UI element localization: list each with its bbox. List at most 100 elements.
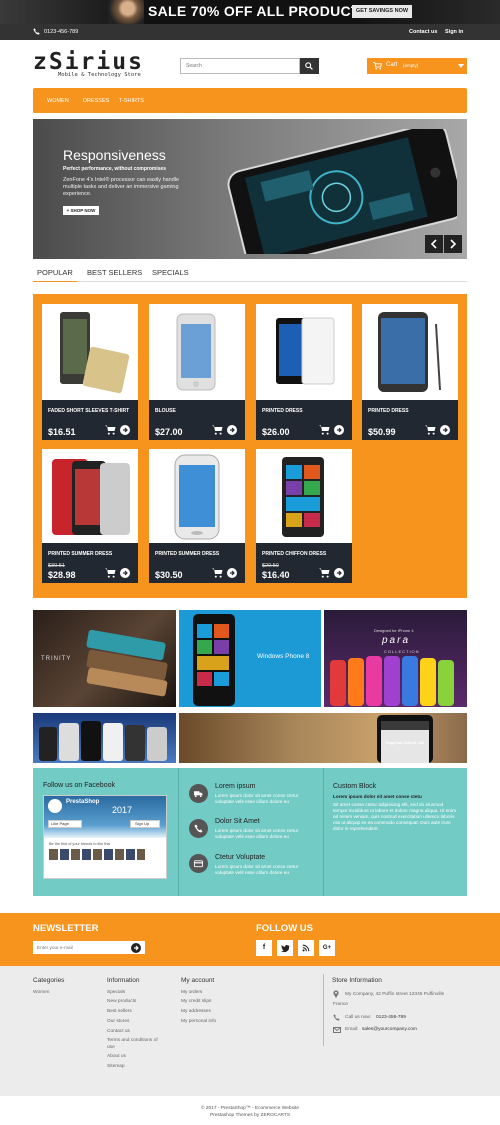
product-image[interactable] (42, 449, 138, 545)
phone-icon (333, 1014, 340, 1021)
twitter-icon[interactable] (277, 940, 293, 956)
add-to-cart-icon[interactable] (212, 568, 223, 578)
tab-popular[interactable]: POPULAR (37, 268, 73, 277)
menu-item-tshirts[interactable]: T-SHIRTS (119, 98, 144, 104)
top-bar: 0123-456-789 Contact us Sign in (0, 24, 500, 40)
product-card[interactable]: PRINTED CHIFFON DRESS $20.50 $16.40 (256, 449, 352, 583)
product-card[interactable]: FADED SHORT SLEEVES T-SHIRT $16.51 (42, 304, 138, 440)
rss-icon[interactable] (298, 940, 314, 956)
footer-link-about-us[interactable]: About us (107, 1054, 126, 1059)
promo-trappcall-image (377, 715, 433, 763)
product-name[interactable]: PRINTED DRESS (368, 408, 454, 415)
footer-link-specials[interactable]: Specials (107, 990, 125, 995)
add-to-cart-icon[interactable] (319, 568, 330, 578)
product-price: $28.98 (48, 570, 76, 580)
sign-in-link[interactable]: Sign in (445, 29, 463, 35)
slider-next-button[interactable] (444, 235, 462, 253)
product-name[interactable]: PRINTED DRESS (262, 408, 348, 415)
contact-us-link[interactable]: Contact us (409, 29, 437, 35)
facebook-page-name[interactable]: PrestaShop (66, 799, 99, 805)
promo-banner[interactable]: SALE 70% OFF ALL PRODUCTS GET SAVINGS NO… (0, 0, 500, 24)
facebook-widget[interactable]: PrestaShop 2017 Like Page Sign Up Be the… (43, 795, 167, 879)
facebook-signup-button[interactable]: Sign Up (130, 820, 160, 828)
product-card[interactable]: PRINTED SUMMER DRESS $30.50 (149, 449, 245, 583)
follow-us-title: FOLLOW US (256, 923, 313, 934)
footer-link-new-products[interactable]: New products (107, 999, 136, 1004)
add-to-cart-icon[interactable] (105, 425, 116, 435)
product-image[interactable] (149, 304, 245, 400)
promo-trinity[interactable]: TRINITY (33, 610, 176, 707)
store-email-link[interactable]: sales@yourcompany.com (362, 1027, 417, 1032)
chevron-left-icon (430, 239, 437, 249)
copyright-bar: © 2017 - PrestaShop™ - Ecommerce Website… (0, 1096, 500, 1125)
promo-trappcall[interactable]: TrappCall Collect Call (179, 713, 467, 763)
tab-specials[interactable]: SPECIALS (152, 268, 189, 277)
search-button[interactable] (300, 58, 319, 74)
product-image[interactable] (362, 304, 458, 400)
phone-number: 0123-456-789 (44, 29, 79, 35)
hero-slider[interactable]: Responsiveness Perfect performance, with… (33, 119, 467, 259)
footer-link-sitemap[interactable]: Sitemap (107, 1064, 125, 1069)
add-to-cart-icon[interactable] (105, 568, 116, 578)
theme-credit-line[interactable]: Prestashop Themes by ZEROCARTS (0, 1113, 500, 1118)
footer: Categories Women Information Specials Ne… (0, 966, 500, 1096)
facebook-icon[interactable]: f (256, 940, 272, 956)
add-to-cart-icon[interactable] (425, 425, 436, 435)
footer-link-contact-us[interactable]: Contact us (107, 1029, 130, 1034)
newsletter-submit-icon[interactable] (131, 943, 141, 953)
tab-best-sellers[interactable]: BEST SELLERS (87, 268, 142, 277)
add-to-cart-icon[interactable] (319, 425, 330, 435)
newsletter-section: NEWSLETTER FOLLOW US f G+ (0, 913, 500, 966)
view-arrow-icon[interactable] (227, 568, 237, 578)
promo-para-image (330, 656, 454, 706)
promo-samsung[interactable] (33, 713, 176, 763)
footer-link-my-orders[interactable]: My orders (181, 990, 202, 995)
footer-link-best-sellers[interactable]: Best sellers (107, 1009, 132, 1014)
slider-prev-button[interactable] (425, 235, 443, 253)
get-savings-button[interactable]: GET SAVINGS NOW (352, 5, 412, 18)
promo-windows-phone[interactable]: Windows Phone 8 (179, 610, 321, 707)
menu-item-dresses[interactable]: DRESSES (83, 98, 109, 104)
product-image[interactable] (42, 304, 138, 400)
product-image[interactable] (256, 449, 352, 545)
product-card[interactable]: PRINTED SUMMER DRESS $30.51 $28.98 (42, 449, 138, 583)
product-name[interactable]: PRINTED CHIFFON DRESS (262, 551, 348, 558)
menu-item-women[interactable]: WOMEN (47, 98, 69, 104)
footer-link-addresses[interactable]: My addresses (181, 1009, 211, 1014)
product-image[interactable] (256, 304, 352, 400)
view-arrow-icon[interactable] (440, 425, 450, 435)
search-icon (305, 62, 313, 70)
footer-link-credit-slips[interactable]: My credit slips (181, 999, 211, 1004)
product-card[interactable]: PRINTED DRESS $50.99 (362, 304, 458, 440)
search-input[interactable] (180, 58, 300, 74)
view-arrow-icon[interactable] (334, 425, 344, 435)
product-price: $26.00 (262, 427, 290, 437)
cart-button[interactable]: Cart (empty) (367, 58, 467, 74)
footer-categories-title: Categories (33, 977, 65, 984)
product-card[interactable]: PRINTED DRESS $26.00 (256, 304, 352, 440)
view-arrow-icon[interactable] (227, 425, 237, 435)
product-name[interactable]: PRINTED SUMMER DRESS (155, 551, 241, 558)
store-phone-label: Call us now: (345, 1015, 372, 1020)
footer-link-terms-cont[interactable]: use (107, 1045, 115, 1050)
footer-link-women[interactable]: Women (33, 990, 49, 995)
product-name[interactable]: BLOUSE (155, 408, 241, 415)
footer-link-our-stores[interactable]: Our stores (107, 1019, 129, 1024)
product-image[interactable] (149, 449, 245, 545)
facebook-like-button[interactable]: Like Page (48, 820, 82, 828)
cart-icon (373, 62, 382, 70)
view-arrow-icon[interactable] (120, 425, 130, 435)
view-arrow-icon[interactable] (334, 568, 344, 578)
product-name[interactable]: FADED SHORT SLEEVES T-SHIRT (48, 408, 134, 415)
newsletter-email-input[interactable] (33, 941, 145, 954)
add-to-cart-icon[interactable] (212, 425, 223, 435)
view-arrow-icon[interactable] (120, 568, 130, 578)
promo-para-collection[interactable]: Designed for iPhone 4 para COLLECTION (324, 610, 467, 707)
product-card[interactable]: BLOUSE $27.00 (149, 304, 245, 440)
footer-link-terms[interactable]: Terms and conditions of (107, 1038, 158, 1043)
google-plus-icon[interactable]: G+ (319, 940, 335, 956)
product-name[interactable]: PRINTED SUMMER DRESS (48, 551, 134, 558)
shop-now-button[interactable]: + SHOP NOW (63, 206, 99, 215)
main-menu: WOMEN DRESSES T-SHIRTS (33, 88, 467, 113)
footer-link-personal-info[interactable]: My personal info (181, 1019, 216, 1024)
